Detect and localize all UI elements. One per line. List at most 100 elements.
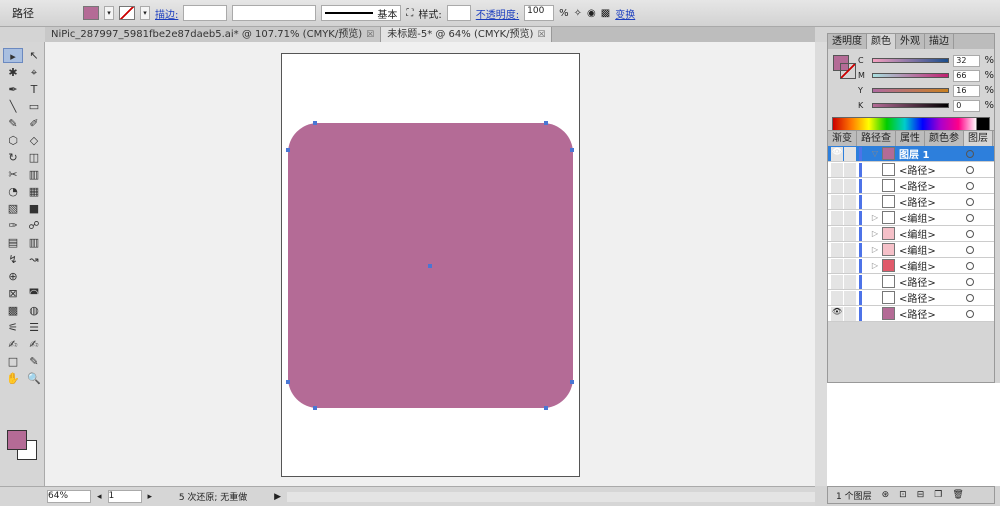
lock-toggle[interactable] <box>844 290 856 305</box>
next-page-icon[interactable]: ▸ <box>148 492 153 502</box>
channel-slider[interactable] <box>871 58 950 63</box>
stroke-none-swatch[interactable] <box>119 6 135 20</box>
lock-toggle[interactable] <box>844 258 856 273</box>
tool-button[interactable]: 🔍 <box>24 371 44 386</box>
visibility-toggle[interactable] <box>831 242 843 257</box>
panel-tab[interactable]: 颜色参 <box>925 131 964 146</box>
zoom-select[interactable]: 64% <box>47 490 91 503</box>
target-icon[interactable] <box>966 149 974 158</box>
tool-button[interactable]: ☍ <box>24 218 44 233</box>
stroke-profile-select[interactable]: 基本 <box>321 5 402 21</box>
page-select[interactable]: 1 <box>107 490 142 503</box>
transform-link[interactable]: 变换 <box>615 6 635 21</box>
layer-name[interactable]: <路径> <box>899 194 966 209</box>
close-icon[interactable]: ☒ <box>537 30 545 40</box>
tool-button[interactable]: ⌖ <box>24 65 44 80</box>
layer-name[interactable]: <编组> <box>899 242 966 257</box>
tool-button[interactable]: ◔ <box>3 184 23 199</box>
layer-name[interactable]: <路径> <box>899 290 966 305</box>
color-spectrum[interactable] <box>832 117 990 131</box>
panel-tab[interactable]: 路径查 <box>857 131 896 146</box>
panel-tab[interactable]: 外观 <box>896 34 925 49</box>
tool-button[interactable]: ⊠ <box>3 286 23 301</box>
lock-toggle[interactable] <box>844 242 856 257</box>
visibility-toggle[interactable] <box>831 194 843 209</box>
chevron-down-icon[interactable]: ▾ <box>140 6 150 20</box>
eye-icon[interactable]: 👁 <box>831 306 843 321</box>
tool-button[interactable]: ✎ <box>3 116 23 131</box>
tool-button[interactable]: ▦ <box>24 184 44 199</box>
panel-tab[interactable]: 描边 <box>925 34 954 49</box>
tool-button[interactable]: ▥ <box>24 235 44 250</box>
tool-button[interactable]: ⊕ <box>3 269 23 284</box>
tool-button[interactable]: ✋ <box>3 371 23 386</box>
target-icon[interactable] <box>966 293 974 302</box>
layer-name[interactable]: <路径> <box>899 306 966 321</box>
tool-button[interactable]: ⚟ <box>3 320 23 335</box>
expand-triangle-icon[interactable]: ▷ <box>868 245 882 254</box>
panel-tab[interactable]: 颜色 <box>867 34 896 49</box>
canvas[interactable] <box>45 42 815 486</box>
tool-button[interactable]: T <box>24 82 44 97</box>
stroke-none-swatch[interactable] <box>840 63 856 79</box>
tool-button[interactable]: □ <box>3 354 23 369</box>
graphic-style-icon[interactable]: ⛶ <box>406 8 413 19</box>
tool-button[interactable]: ■ <box>24 201 44 216</box>
anchor-point[interactable] <box>544 121 548 125</box>
tool-button[interactable]: ◇ <box>24 133 44 148</box>
new-sublayer-icon[interactable]: ⊟ <box>917 490 925 500</box>
make-clipping-mask-icon[interactable]: ⊡ <box>899 490 907 500</box>
anchor-point[interactable] <box>544 406 548 410</box>
lock-toggle[interactable] <box>844 274 856 289</box>
lock-toggle[interactable] <box>844 306 856 321</box>
channel-slider[interactable] <box>871 103 950 108</box>
style-select[interactable] <box>446 5 471 21</box>
sublayer-row[interactable]: <路径> <box>828 162 994 178</box>
channel-value[interactable]: 66 <box>953 69 981 82</box>
chevron-down-icon[interactable]: ▾ <box>104 6 114 20</box>
target-icon[interactable] <box>966 197 974 206</box>
visibility-toggle[interactable] <box>831 258 843 273</box>
target-icon[interactable] <box>966 165 974 174</box>
tool-button[interactable]: ▸ <box>3 48 23 63</box>
fill-stroke-swatch[interactable] <box>5 428 39 462</box>
tool-button[interactable]: ✂ <box>3 167 23 182</box>
anchor-point[interactable] <box>286 380 290 384</box>
sublayer-row[interactable]: <路径> <box>828 274 994 290</box>
target-icon[interactable] <box>966 229 974 238</box>
stroke-label[interactable]: 描边: <box>155 6 178 21</box>
doc-tab[interactable]: NiPic_287997_5981fbe2e87daeb5.ai* @ 107.… <box>45 27 382 42</box>
tool-button[interactable]: ✐ <box>24 116 44 131</box>
tool-button[interactable]: ✎ <box>24 354 44 369</box>
tool-button[interactable]: ▧ <box>3 201 23 216</box>
sublayer-row[interactable]: ▷ <编组> <box>828 210 994 226</box>
tool-button[interactable] <box>24 269 44 284</box>
status-menu-icon[interactable]: ▶ <box>274 492 281 502</box>
target-icon[interactable] <box>966 261 974 270</box>
target-icon[interactable] <box>966 277 974 286</box>
tool-button[interactable]: ◍ <box>24 303 44 318</box>
prev-page-icon[interactable]: ◂ <box>97 492 102 502</box>
eye-icon[interactable]: 👁 <box>831 146 843 161</box>
expand-triangle-icon[interactable]: ▽ <box>868 149 882 158</box>
layer-row[interactable]: 👁 ▽ 图层 1 <box>828 146 994 162</box>
anchor-point[interactable] <box>286 148 290 152</box>
tool-button[interactable]: ↻ <box>3 150 23 165</box>
expand-triangle-icon[interactable]: ▷ <box>868 261 882 270</box>
lock-toggle[interactable] <box>844 194 856 209</box>
visibility-toggle[interactable] <box>831 162 843 177</box>
horizontal-scrollbar[interactable] <box>286 491 815 502</box>
sublayer-row[interactable]: 👁 <路径> <box>828 306 994 322</box>
tool-button[interactable]: ✱ <box>3 65 23 80</box>
panel-tab[interactable]: 渐变 <box>828 131 857 146</box>
lock-toggle[interactable] <box>844 162 856 177</box>
tool-button[interactable]: ▥ <box>24 167 44 182</box>
lock-toggle[interactable] <box>844 226 856 241</box>
tool-button[interactable]: ✑ <box>3 218 23 233</box>
new-layer-icon[interactable]: ❐ <box>934 490 942 500</box>
channel-value[interactable]: 0 <box>953 99 981 112</box>
target-icon[interactable] <box>966 245 974 254</box>
lock-toggle[interactable] <box>844 210 856 225</box>
visibility-toggle[interactable] <box>831 210 843 225</box>
expand-triangle-icon[interactable]: ▷ <box>868 229 882 238</box>
